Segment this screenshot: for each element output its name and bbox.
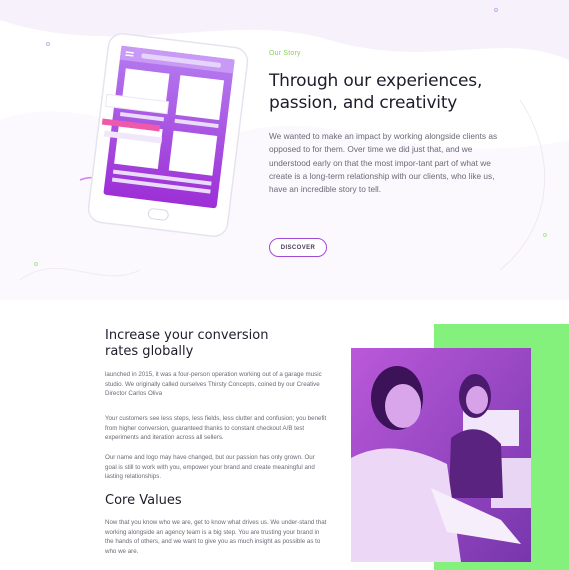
story-headline: Through our experiences, passion, and cr… — [269, 71, 483, 113]
conversion-paragraph-3: Our name and logo may have changed, but … — [105, 454, 315, 481]
conversion-paragraph-2: Your customers see less steps, less fiel… — [105, 415, 327, 442]
story-paragraph: We wanted to make an impact by working a… — [269, 131, 498, 195]
decor-dot — [494, 8, 498, 12]
core-values-heading: Core Values — [105, 493, 182, 508]
conversion-heading-line2: rates globally — [105, 344, 194, 359]
section-eyebrow: Our Story — [269, 50, 301, 57]
discover-button[interactable]: DISCOVER — [269, 238, 327, 257]
decor-dot — [34, 262, 38, 266]
conversion-paragraph-1: launched in 2015, it was a four-person o… — [105, 371, 322, 398]
decor-dot — [543, 233, 547, 237]
phone-illustration — [79, 33, 249, 237]
core-values-paragraph: Now that you know who we are, get to kno… — [105, 519, 327, 555]
decor-dot — [46, 42, 50, 46]
team-photo — [351, 348, 531, 562]
conversion-heading-line1: Increase your conversion — [105, 328, 269, 343]
